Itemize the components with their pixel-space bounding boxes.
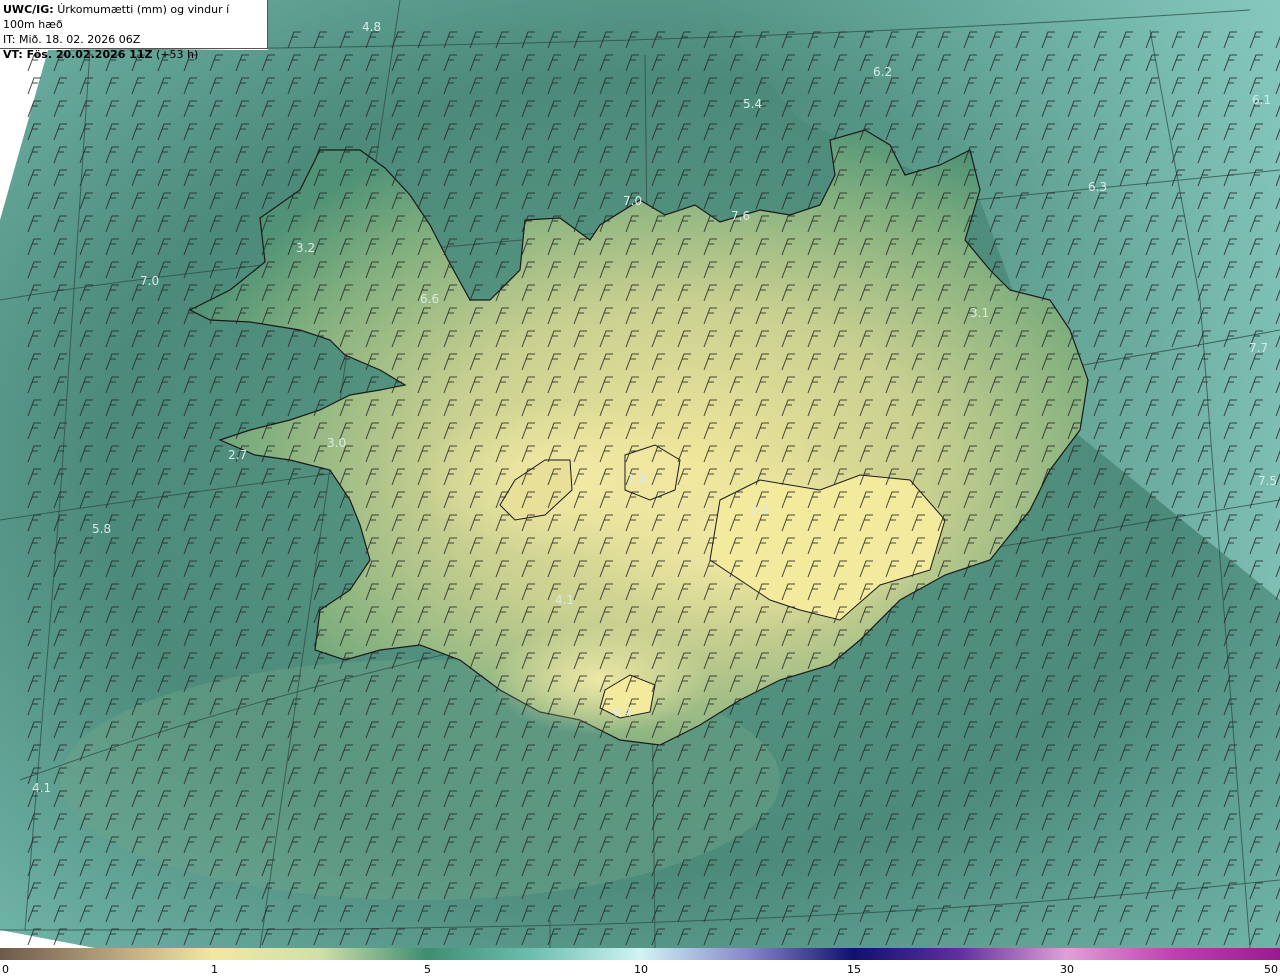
- field-value: 6.6: [420, 292, 439, 306]
- init-time: IT: Mið. 18. 02. 2026 06Z: [3, 33, 141, 46]
- highland-glow-south: [490, 625, 710, 735]
- colorbar-ticks: 0 1 5 10 15 30 50: [0, 962, 1280, 978]
- colorbar-tick: 30: [1060, 963, 1074, 976]
- field-value: 4.1: [32, 781, 51, 795]
- valid-time: VT: Fös. 20.02.2026 11Z: [3, 48, 153, 61]
- field-value: 7.5: [1258, 474, 1277, 488]
- colorbar-tick: 10: [634, 963, 648, 976]
- field-value: 7.7: [1249, 341, 1268, 355]
- field-value: 6.3: [1088, 180, 1107, 194]
- field-value: 2.7: [228, 448, 247, 462]
- valid-offset: (+53 h): [156, 48, 199, 61]
- field-value: 4.8: [362, 20, 381, 34]
- map-header: UWC/IG: Úrkomumætti (mm) og vindur í 100…: [0, 0, 268, 61]
- field-value: 3.1: [970, 306, 989, 320]
- model-label: UWC/IG:: [3, 3, 54, 16]
- field-value: 5.8: [92, 522, 111, 536]
- field-value: 0.4: [613, 705, 632, 719]
- title-line: UWC/IG: Úrkomumætti (mm) og vindur í 100…: [3, 2, 264, 32]
- field-value: 7.6: [731, 209, 750, 223]
- field-value: 3.2: [296, 241, 315, 255]
- field-value: 7.0: [140, 274, 159, 288]
- colorbar-tick: 5: [424, 963, 431, 976]
- field-value: 6.2: [873, 65, 892, 79]
- field-value: 5.4: [743, 97, 762, 111]
- field-value: 4.1: [555, 593, 574, 607]
- colorbar-tick: 0: [2, 963, 9, 976]
- field-value: 1.0: [627, 472, 646, 486]
- field-value: 6.1: [1252, 93, 1271, 107]
- field-value: 0.8: [750, 503, 769, 517]
- colorbar-tick: 15: [847, 963, 861, 976]
- valid-time-line: VT: Fös. 20.02.2026 11Z (+53 h): [3, 47, 264, 62]
- forecast-map: 4.8 5.4 6.2 6.1 6.3 7.0 7.6 3.2 7.0 6.6 …: [0, 0, 1280, 948]
- colorbar: [0, 948, 1280, 960]
- colorbar-tick: 1: [211, 963, 218, 976]
- field-value: 7.0: [623, 194, 642, 208]
- field-value: 3.0: [327, 436, 346, 450]
- colorbar-tick: 50: [1264, 963, 1278, 976]
